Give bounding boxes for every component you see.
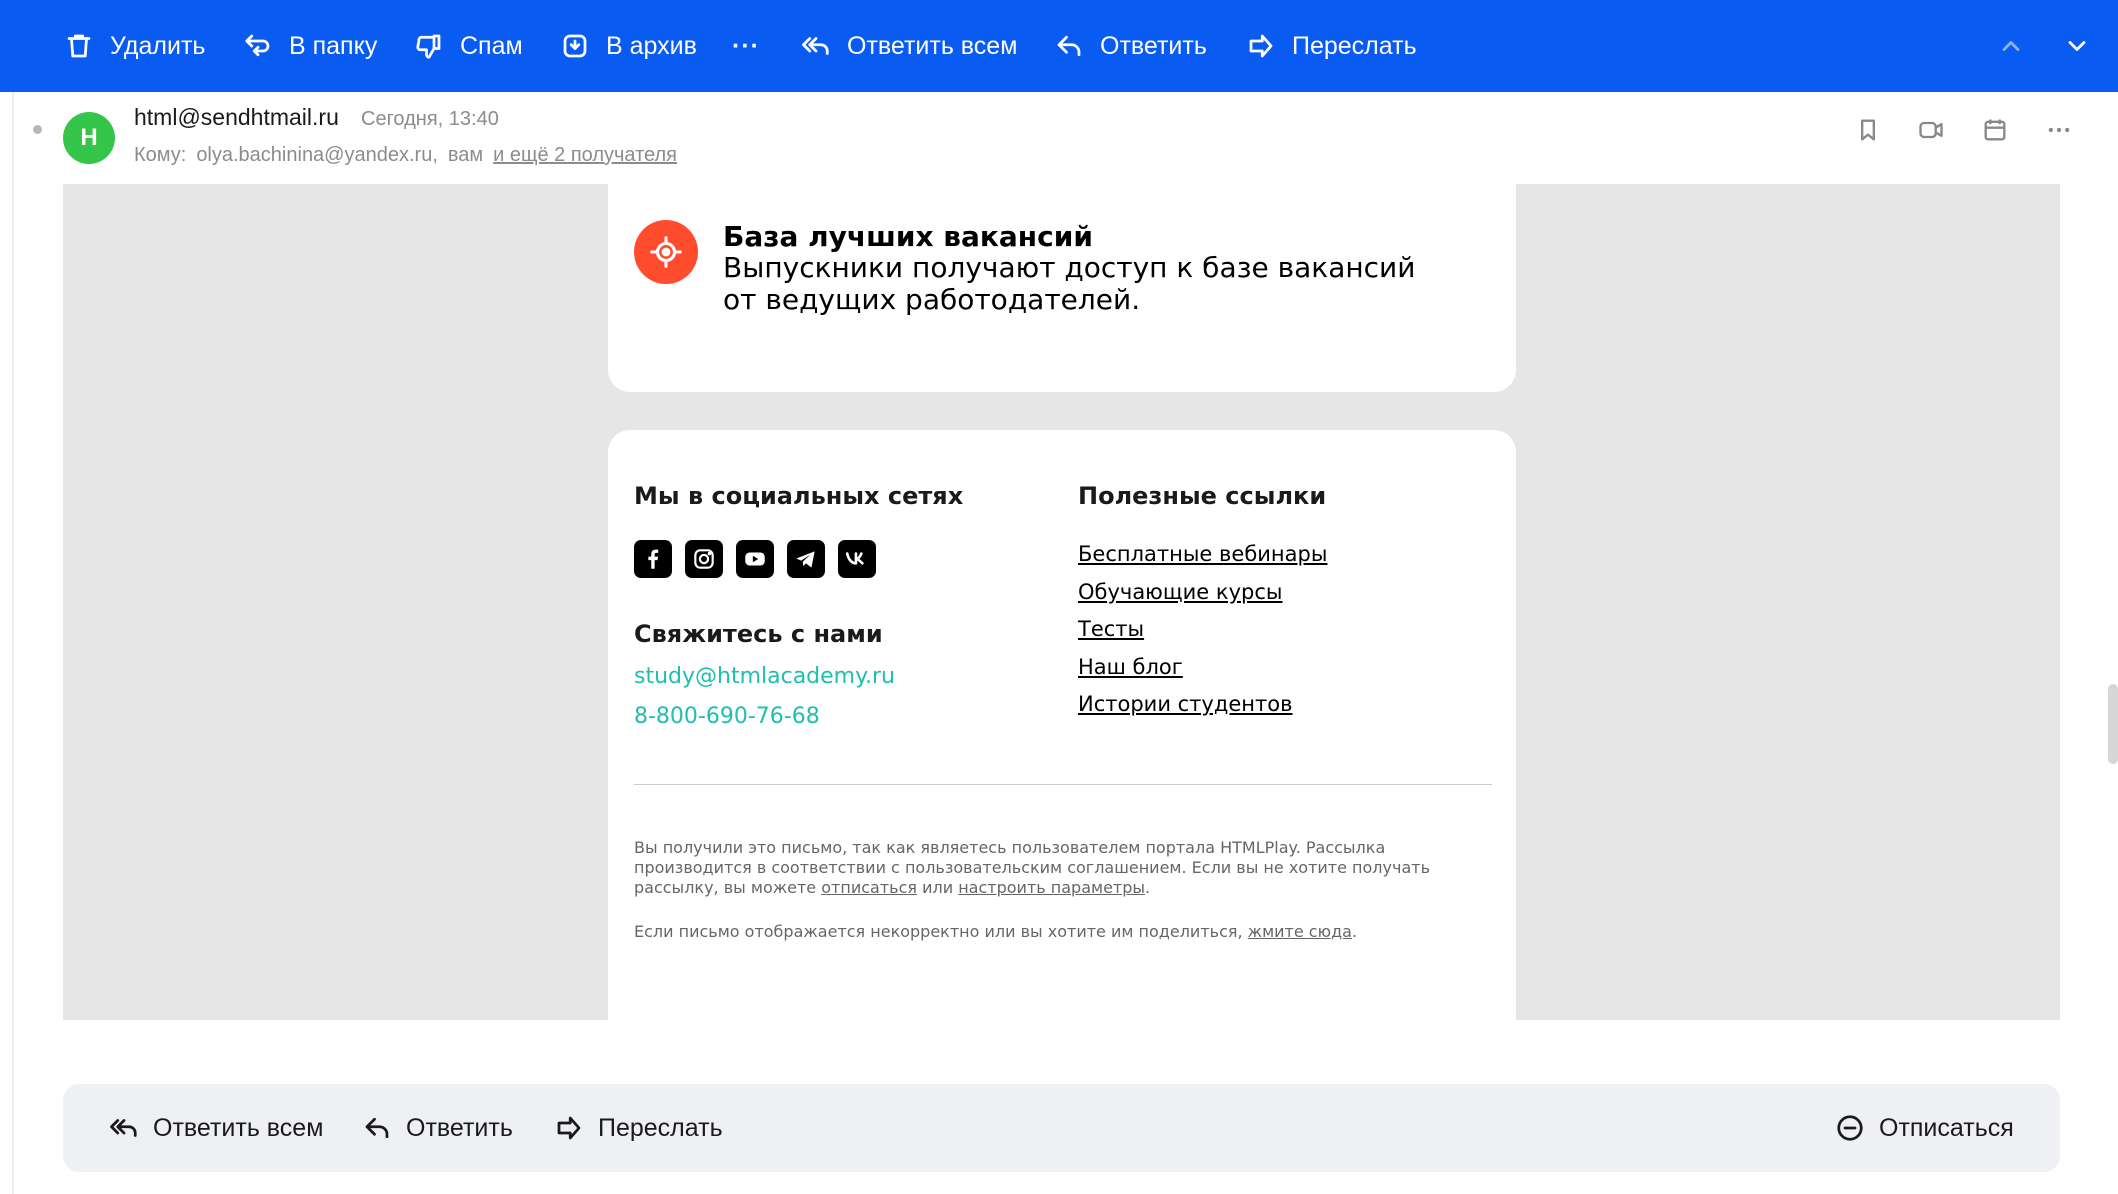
spam-button[interactable]: Спам bbox=[414, 0, 523, 92]
message-rail bbox=[12, 92, 14, 1194]
link-courses[interactable]: Обучающие курсы bbox=[1078, 574, 1327, 612]
more-recipients-link[interactable]: и ещё 2 получателя bbox=[493, 144, 677, 166]
bottom-reply-all-button[interactable]: Ответить всем bbox=[109, 1084, 323, 1172]
trash-icon bbox=[67, 34, 91, 58]
youtube-icon[interactable] bbox=[736, 540, 774, 578]
or-text: или bbox=[922, 878, 954, 897]
to-label: Кому: bbox=[134, 144, 187, 166]
delete-button[interactable]: Удалить bbox=[64, 0, 205, 92]
more-horizontal-icon bbox=[2048, 127, 2070, 133]
next-message-button[interactable] bbox=[2063, 0, 2091, 92]
bottom-forward-label: Переслать bbox=[598, 1113, 723, 1142]
unsubscribe-label: Отписаться bbox=[1879, 1113, 2014, 1142]
previous-message-button[interactable] bbox=[1997, 0, 2025, 92]
vacancies-text: Выпускники получают доступ к базе ваканс… bbox=[723, 251, 1416, 316]
unsubscribe-button[interactable]: Отписаться bbox=[1835, 1084, 2014, 1172]
forward-label: Переслать bbox=[1292, 31, 1417, 60]
forward-icon bbox=[1249, 34, 1273, 58]
thumbs-down-icon bbox=[416, 34, 441, 59]
chevron-up-icon bbox=[2002, 41, 2020, 51]
contact-email-link[interactable]: study@htmlacademy.ru bbox=[634, 664, 895, 689]
reply-all-button[interactable]: Ответить всем bbox=[801, 0, 1017, 92]
link-blog[interactable]: Наш блог bbox=[1078, 649, 1327, 687]
folder-move-icon bbox=[245, 34, 270, 57]
calendar-icon bbox=[1984, 119, 2006, 141]
reply-all-icon bbox=[110, 1119, 137, 1137]
facebook-icon[interactable] bbox=[634, 540, 672, 578]
useful-links-list: Бесплатные вебинары Обучающие курсы Тест… bbox=[1078, 536, 1327, 724]
move-to-folder-button[interactable]: В папку bbox=[243, 0, 377, 92]
forward-button[interactable]: Переслать bbox=[1246, 0, 1417, 92]
read-status-dot[interactable] bbox=[33, 125, 42, 134]
sender-avatar[interactable]: H bbox=[63, 112, 115, 164]
archive-icon bbox=[563, 34, 587, 58]
bottom-action-bar: Ответить всем Ответить Переслать Отписат… bbox=[63, 1084, 2060, 1172]
target-icon bbox=[634, 220, 698, 284]
view-online-text: Если письмо отображается некорректно или… bbox=[634, 922, 1243, 941]
reply-button[interactable]: Ответить bbox=[1054, 0, 1207, 92]
link-tests[interactable]: Тесты bbox=[1078, 611, 1327, 649]
footer-card: Мы в социальных сетях Свяжитесь с нами s… bbox=[608, 430, 1516, 1020]
bottom-reply-all-label: Ответить всем bbox=[153, 1113, 324, 1142]
video-call-button[interactable] bbox=[1915, 114, 1947, 146]
contact-heading: Свяжитесь с нами bbox=[634, 620, 883, 648]
subscription-notice: Вы получили это письмо, так как являетес… bbox=[634, 838, 1430, 897]
useful-links-heading: Полезные ссылки bbox=[1078, 482, 1327, 510]
unsubscribe-link[interactable]: отписаться bbox=[821, 878, 917, 897]
instagram-icon[interactable] bbox=[685, 540, 723, 578]
social-heading: Мы в социальных сетях bbox=[634, 482, 964, 510]
reply-icon bbox=[365, 1117, 389, 1139]
sender-address[interactable]: html@sendhtmail.ru bbox=[134, 104, 339, 131]
archive-button[interactable]: В архив bbox=[560, 0, 697, 92]
settings-link[interactable]: настроить параметры bbox=[958, 878, 1145, 897]
recipient-you: вам bbox=[447, 144, 484, 166]
view-online-link[interactable]: жмите сюда bbox=[1248, 922, 1352, 941]
reply-label: Ответить bbox=[1100, 31, 1207, 60]
recipients-row: Кому: olya.bachinina@yandex.ru, вам и ещё 2… bbox=[134, 144, 687, 167]
reply-all-label: Ответить всем bbox=[847, 31, 1018, 60]
bottom-forward-button[interactable]: Переслать bbox=[554, 1084, 723, 1172]
video-icon bbox=[1919, 121, 1943, 139]
reply-icon bbox=[1057, 35, 1081, 57]
delete-label: Удалить bbox=[110, 31, 206, 60]
vacancies-card: База лучших вакансий Выпускники получают… bbox=[608, 184, 1516, 392]
message-toolbar: Удалить В папку Спам В архив ··· Ответит… bbox=[0, 0, 2118, 92]
spam-label: Спам bbox=[460, 31, 523, 60]
link-webinars[interactable]: Бесплатные вебинары bbox=[1078, 536, 1327, 574]
vacancies-title: База лучших вакансий bbox=[723, 220, 1093, 253]
more-actions-label: ··· bbox=[732, 31, 760, 60]
message-more-button[interactable] bbox=[2043, 114, 2075, 146]
vk-icon[interactable] bbox=[838, 540, 876, 578]
contact-phone-link[interactable]: 8-800-690-76-68 bbox=[634, 704, 820, 729]
calendar-button[interactable] bbox=[1979, 114, 2011, 146]
reply-all-icon bbox=[802, 37, 829, 55]
bottom-reply-label: Ответить bbox=[406, 1113, 513, 1142]
footer-divider bbox=[634, 784, 1492, 785]
archive-label: В архив bbox=[606, 31, 697, 60]
social-links bbox=[634, 540, 889, 578]
scrollbar-thumb[interactable] bbox=[2108, 684, 2118, 764]
chevron-down-icon bbox=[2068, 41, 2086, 51]
view-online-notice: Если письмо отображается некорректно или… bbox=[634, 922, 1358, 941]
bookmark-button[interactable] bbox=[1852, 114, 1884, 146]
message-date: Сегодня, 13:40 bbox=[361, 108, 499, 130]
more-actions-button[interactable]: ··· bbox=[732, 0, 760, 92]
minus-circle-icon bbox=[1837, 1115, 1863, 1141]
bookmark-icon bbox=[1861, 119, 1875, 141]
link-student-stories[interactable]: Истории студентов bbox=[1078, 686, 1327, 724]
to-folder-label: В папку bbox=[289, 31, 378, 60]
forward-icon bbox=[557, 1116, 581, 1140]
bottom-reply-button[interactable]: Ответить bbox=[362, 1084, 513, 1172]
telegram-icon[interactable] bbox=[787, 540, 825, 578]
recipient-address[interactable]: olya.bachinina@yandex.ru, bbox=[196, 144, 438, 166]
